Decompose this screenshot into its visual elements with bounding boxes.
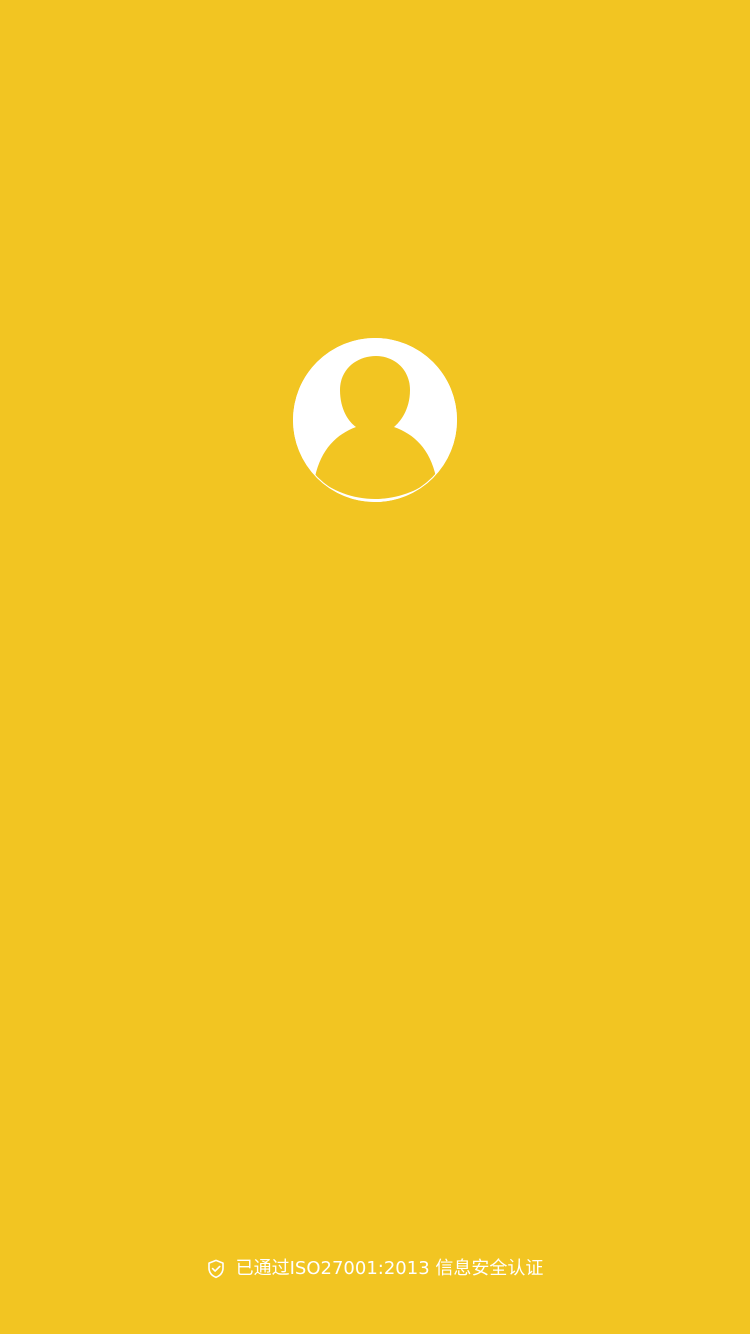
shield-check-icon bbox=[207, 1259, 225, 1279]
user-avatar-icon bbox=[293, 338, 457, 502]
security-certification-footer: 已通过ISO27001:2013 信息安全认证 bbox=[0, 1254, 750, 1284]
certification-text: 已通过ISO27001:2013 信息安全认证 bbox=[235, 1258, 544, 1279]
user-avatar[interactable] bbox=[293, 338, 457, 502]
